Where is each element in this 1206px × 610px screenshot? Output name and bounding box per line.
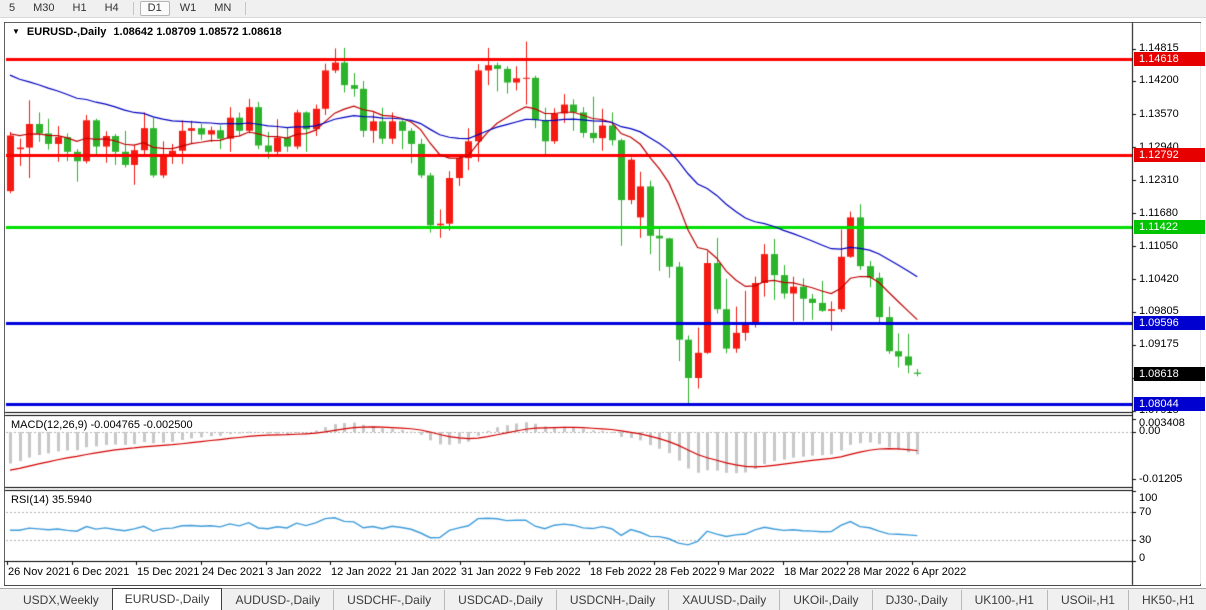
date-axis-label: 28 Feb 2022 [655, 566, 717, 578]
date-axis-label: 3 Jan 2022 [267, 566, 321, 578]
chart-tab-uk100[interactable]: UK100-,H1 [961, 590, 1047, 610]
chart-tabs: USDX,WeeklyEURUSD-,DailyAUDUSD-,DailyUSD… [0, 588, 1206, 610]
chart-tab-usdchf[interactable]: USDCHF-,Daily [333, 590, 444, 610]
price-tick-label: 1.14200 [1139, 74, 1205, 87]
chart-tab-usoil[interactable]: USOil-,H1 [1047, 590, 1128, 610]
price-tick-label: 1.13570 [1139, 108, 1205, 121]
date-axis-label: 24 Dec 2021 [202, 566, 264, 578]
price-tick-label: 1.11050 [1139, 240, 1205, 253]
level-price-badge: 1.08044 [1134, 397, 1205, 411]
current-price-badge: 1.08618 [1134, 367, 1205, 381]
date-axis-label: 6 Dec 2021 [73, 566, 129, 578]
date-axis-label: 18 Feb 2022 [590, 566, 652, 578]
date-axis-label: 15 Dec 2021 [137, 566, 199, 578]
macd-label: MACD(12,26,9) -0.004765 -0.002500 [11, 419, 193, 431]
chart-dropdown-icon[interactable]: ▼ [12, 27, 20, 36]
date-axis-label: 18 Mar 2022 [784, 566, 846, 578]
date-axis-label: 28 Mar 2022 [848, 566, 910, 578]
rsi-tick-label: 0 [1139, 552, 1205, 565]
chart-ohlc-values: 1.08642 1.08709 1.08572 1.08618 [113, 26, 281, 38]
date-axis-label: 21 Jan 2022 [396, 566, 457, 578]
chart-tab-dj30[interactable]: DJ30-,Daily [872, 590, 961, 610]
level-price-badge: 1.14618 [1134, 52, 1205, 66]
price-tick-label: 1.11680 [1139, 207, 1205, 220]
rsi-name: RSI(14) [11, 494, 49, 506]
price-tick-label: 1.12310 [1139, 174, 1205, 187]
level-price-badge: 1.11422 [1134, 220, 1205, 234]
chart-tab-xauusd[interactable]: XAUUSD-,Daily [668, 590, 779, 610]
chart-symbol-label: EURUSD-,Daily [27, 26, 106, 38]
date-axis-label: 31 Jan 2022 [461, 566, 522, 578]
trading-terminal: 5M30H1H4D1W1MN ▼ EURUSD-,Daily 1.08642 1… [0, 0, 1206, 610]
macd-tick-label: -0.01205 [1139, 473, 1205, 486]
date-axis-label: 12 Jan 2022 [331, 566, 392, 578]
rsi-tick-label: 70 [1139, 506, 1205, 519]
chart-tab-eurusd[interactable]: EURUSD-,Daily [112, 588, 223, 610]
date-axis-label: 26 Nov 2021 [8, 566, 70, 578]
chart-tab-hk50[interactable]: HK50-,H1 [1128, 590, 1206, 610]
date-axis-label: 9 Feb 2022 [525, 566, 581, 578]
chart-tab-usdcad[interactable]: USDCAD-,Daily [444, 590, 556, 610]
rsi-tick-label: 100 [1139, 492, 1205, 505]
level-price-badge: 1.12792 [1134, 148, 1205, 162]
rsi-value: 35.5940 [52, 494, 92, 506]
rsi-tick-label: 30 [1139, 534, 1205, 547]
macd-name: MACD(12,26,9) [11, 419, 87, 431]
level-price-badge: 1.09596 [1134, 316, 1205, 330]
chart-tab-audusd[interactable]: AUDUSD-,Daily [222, 590, 333, 610]
date-axis-label: 9 Mar 2022 [719, 566, 775, 578]
chart-tab-usdcnh[interactable]: USDCNH-,Daily [556, 590, 668, 610]
date-axis-label: 6 Apr 2022 [913, 566, 966, 578]
chart-tab-usdx[interactable]: USDX,Weekly [10, 590, 112, 610]
macd-tick-label: 0.00 [1139, 425, 1205, 438]
chart-title: ▼ EURUSD-,Daily 1.08642 1.08709 1.08572 … [12, 26, 282, 38]
macd-values: -0.004765 -0.002500 [90, 419, 192, 431]
chart-canvas[interactable] [0, 0, 1206, 610]
chart-tab-ukoil[interactable]: UKOil-,Daily [779, 590, 871, 610]
price-tick-label: 1.09175 [1139, 338, 1205, 351]
price-tick-label: 1.10420 [1139, 273, 1205, 286]
rsi-label: RSI(14) 35.5940 [11, 494, 92, 506]
